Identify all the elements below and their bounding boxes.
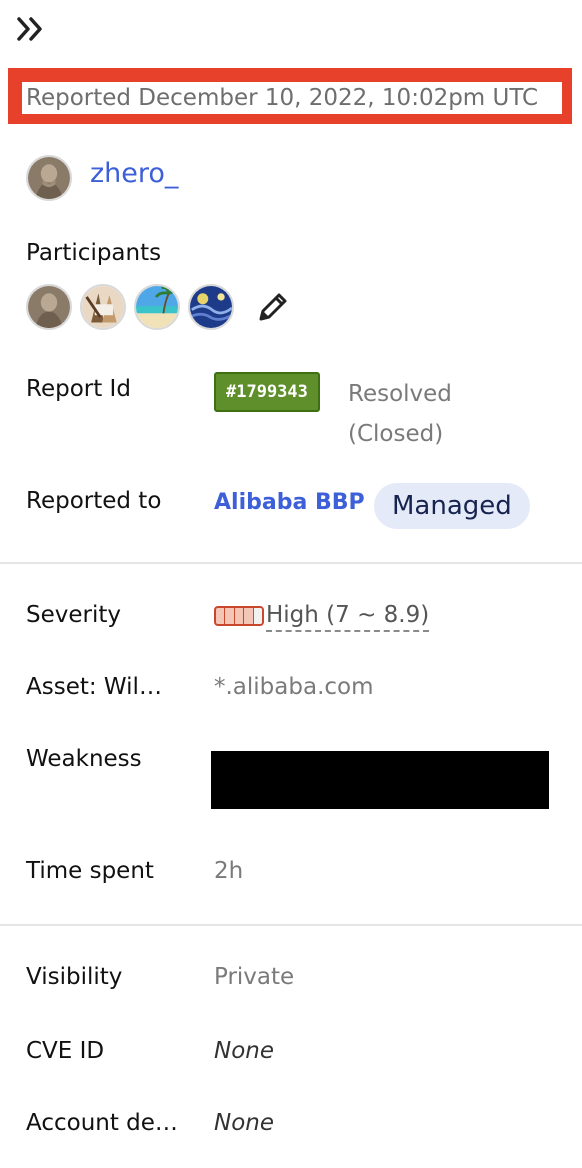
section-divider: [0, 562, 582, 564]
participant-avatar-4[interactable]: [188, 284, 234, 330]
participant-avatar-2[interactable]: [80, 284, 126, 330]
managed-badge: Managed: [374, 483, 530, 529]
anime-avatar-image: [82, 286, 124, 328]
cve-id-label: CVE ID: [26, 1038, 105, 1064]
account-details-value: None: [214, 1110, 275, 1136]
beach-avatar-image: [136, 286, 178, 328]
participant-avatar-3[interactable]: [134, 284, 180, 330]
account-details-label: Account de…: [26, 1110, 178, 1136]
asset-value: *.alibaba.com: [214, 674, 374, 700]
report-status-line1: Resolved: [348, 381, 452, 407]
severity-value[interactable]: High (7 ~ 8.9): [266, 602, 430, 632]
time-spent-value: 2h: [214, 858, 244, 884]
severity-segment: [244, 608, 254, 624]
reporter-username-link[interactable]: zhero_: [90, 158, 178, 189]
severity-label: Severity: [26, 602, 121, 628]
severity-segment: [235, 608, 245, 624]
reported-date-highlight: Reported December 10, 2022, 10:02pm UTC: [8, 68, 572, 124]
pencil-icon: [259, 293, 287, 321]
report-status: Resolved (Closed): [348, 374, 548, 454]
visibility-label: Visibility: [26, 964, 123, 990]
weakness-redaction: [211, 751, 549, 809]
report-id-label: Report Id: [26, 376, 131, 402]
reporter-avatar[interactable]: [26, 155, 72, 201]
time-spent-label: Time spent: [26, 858, 154, 884]
participants-label: Participants: [26, 240, 162, 266]
starry-night-avatar-image: [190, 286, 232, 328]
section-divider: [0, 924, 582, 926]
reported-date: Reported December 10, 2022, 10:02pm UTC: [22, 82, 562, 114]
program-link[interactable]: Alibaba BBP: [214, 490, 365, 515]
weakness-label: Weakness: [26, 746, 142, 772]
statue-avatar-image: [28, 157, 70, 199]
report-status-line2: (Closed): [348, 421, 444, 447]
severity-meter: [214, 606, 264, 626]
report-id-badge[interactable]: #1799343: [214, 372, 320, 412]
participant-avatar-1[interactable]: [26, 284, 72, 330]
double-chevron-right-icon: [17, 17, 42, 41]
severity-segment: [225, 608, 235, 624]
asset-label: Asset: Wil…: [26, 674, 162, 700]
visibility-value: Private: [214, 964, 295, 990]
statue-avatar-image: [28, 286, 70, 328]
reported-to-label: Reported to: [26, 488, 162, 514]
severity-segment: [216, 608, 226, 624]
edit-participants-button[interactable]: [255, 289, 291, 325]
collapse-sidebar-button[interactable]: [14, 12, 48, 46]
cve-id-value: None: [214, 1038, 275, 1064]
severity-segment-empty: [253, 608, 262, 624]
